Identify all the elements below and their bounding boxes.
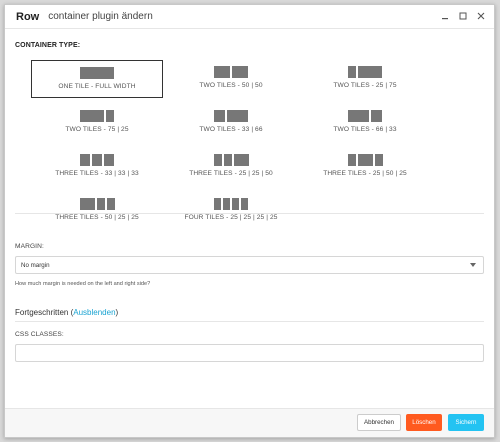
- dialog-titlebar: Row container plugin ändern: [5, 5, 494, 29]
- container-type-label: CONTAINER TYPE:: [15, 42, 81, 49]
- close-button[interactable]: [474, 9, 488, 23]
- container-type-label-text: FOUR TILES - 25 | 25 | 25 | 25: [184, 214, 278, 221]
- tile-block: [347, 154, 356, 166]
- tile-layout-icon: [80, 154, 114, 166]
- container-type-label-text: TWO TILES - 66 | 33: [333, 126, 397, 133]
- container-type-option[interactable]: TWO TILES - 75 | 25: [31, 104, 163, 142]
- tile-block: [374, 154, 383, 166]
- tile-block: [223, 154, 232, 166]
- container-type-label-text: THREE TILES - 50 | 25 | 25: [55, 214, 139, 221]
- container-type-option[interactable]: ONE TILE - FULL WIDTH: [31, 60, 163, 98]
- container-type-option[interactable]: TWO TILES - 25 | 75: [299, 60, 431, 98]
- dialog-window: Row container plugin ändern CONTAINER TY…: [4, 4, 495, 438]
- tile-block: [357, 154, 373, 166]
- tile-block: [232, 198, 239, 210]
- close-icon: [477, 12, 485, 20]
- tile-block: [233, 154, 249, 166]
- tile-block: [214, 66, 230, 78]
- maximize-icon: [459, 12, 467, 20]
- container-type-label-text: TWO TILES - 25 | 75: [333, 82, 397, 89]
- dialog-subtitle: container plugin ändern: [48, 11, 153, 22]
- container-type-option[interactable]: THREE TILES - 25 | 25 | 50: [165, 148, 297, 186]
- margin-help-text: How much margin is needed on the left an…: [15, 281, 151, 287]
- container-type-option[interactable]: TWO TILES - 50 | 50: [165, 60, 297, 98]
- tile-block: [104, 154, 114, 166]
- tile-block: [232, 66, 248, 78]
- container-type-label-text: THREE TILES - 25 | 50 | 25: [323, 170, 407, 177]
- tile-layout-icon: [80, 67, 114, 79]
- container-type-label-text: THREE TILES - 25 | 25 | 50: [189, 170, 273, 177]
- tile-block: [80, 110, 104, 122]
- container-type-label-text: ONE TILE - FULL WIDTH: [58, 83, 136, 90]
- container-type-option[interactable]: THREE TILES - 25 | 50 | 25: [299, 148, 431, 186]
- tile-block: [371, 110, 382, 122]
- dialog-footer: Abbrechen Löschen Sichern: [5, 408, 494, 437]
- margin-select[interactable]: No margin: [15, 256, 484, 274]
- tile-block: [80, 67, 114, 79]
- cancel-button[interactable]: Abbrechen: [357, 414, 401, 431]
- tile-block: [106, 110, 114, 122]
- tile-block: [348, 110, 369, 122]
- delete-button[interactable]: Löschen: [406, 414, 442, 431]
- dialog-title: Row: [16, 10, 40, 23]
- container-type-option[interactable]: TWO TILES - 66 | 33: [299, 104, 431, 142]
- minimize-icon: [442, 18, 448, 20]
- container-type-option[interactable]: THREE TILES - 33 | 33 | 33: [31, 148, 163, 186]
- tile-block: [106, 198, 115, 210]
- container-type-label-text: THREE TILES - 33 | 33 | 33: [55, 170, 139, 177]
- tile-block: [79, 198, 95, 210]
- advanced-section-header: Fortgeschritten (Ausblenden): [15, 308, 119, 317]
- tile-block: [241, 198, 248, 210]
- container-type-option[interactable]: TWO TILES - 33 | 66: [165, 104, 297, 142]
- margin-select-value: No margin: [21, 261, 50, 269]
- container-type-option[interactable]: FOUR TILES - 25 | 25 | 25 | 25: [165, 192, 297, 230]
- save-button[interactable]: Sichern: [448, 414, 484, 431]
- css-classes-label: CSS CLASSES:: [15, 331, 64, 338]
- tile-layout-icon: [214, 110, 248, 122]
- tile-block: [213, 154, 222, 166]
- css-classes-input[interactable]: [15, 344, 484, 362]
- minimize-button[interactable]: [438, 9, 452, 23]
- tile-block: [358, 66, 382, 78]
- container-type-label-text: TWO TILES - 50 | 50: [199, 82, 263, 89]
- chevron-down-icon: [470, 263, 476, 267]
- window-controls: [438, 9, 488, 23]
- maximize-button[interactable]: [456, 9, 470, 23]
- advanced-divider: [15, 321, 484, 322]
- tile-block: [92, 154, 102, 166]
- container-type-label-text: TWO TILES - 33 | 66: [199, 126, 263, 133]
- tile-layout-icon: [79, 198, 115, 210]
- tile-layout-icon: [348, 66, 382, 78]
- tile-block: [223, 198, 230, 210]
- margin-label: MARGIN:: [15, 243, 44, 250]
- tile-layout-icon: [80, 110, 114, 122]
- tile-block: [227, 110, 248, 122]
- section-divider: [15, 213, 484, 214]
- advanced-label: Fortgeschritten: [15, 308, 69, 317]
- tile-block: [348, 66, 356, 78]
- advanced-toggle-link[interactable]: Ausblenden: [73, 308, 115, 317]
- tile-layout-icon: [347, 154, 383, 166]
- container-type-option[interactable]: THREE TILES - 50 | 25 | 25: [31, 192, 163, 230]
- tile-layout-icon: [214, 66, 248, 78]
- tile-block: [214, 198, 221, 210]
- tile-layout-icon: [213, 154, 249, 166]
- tile-block: [80, 154, 90, 166]
- container-type-label-text: TWO TILES - 75 | 25: [65, 126, 129, 133]
- tile-layout-icon: [214, 198, 248, 210]
- tile-block: [96, 198, 105, 210]
- tile-block: [214, 110, 225, 122]
- tile-layout-icon: [348, 110, 382, 122]
